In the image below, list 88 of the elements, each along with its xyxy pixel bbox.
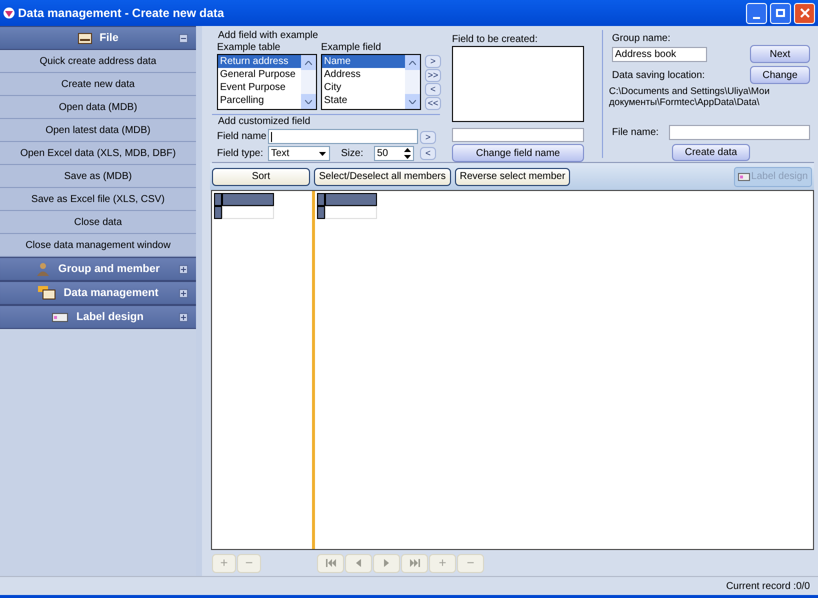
sidebar-item[interactable]: Open Excel data (XLS, MDB, DBF) [0,142,196,165]
scroll-up-button[interactable] [405,55,420,70]
scrollbar[interactable] [301,55,316,109]
sidebar-item[interactable]: Close data [0,211,196,234]
label-icon [52,312,68,322]
scroll-up-button[interactable] [301,55,316,70]
section-header[interactable]: Group and member [0,257,196,281]
list-item[interactable]: State [322,94,405,107]
chevron-down-icon [409,100,416,104]
list-item[interactable]: Address [322,68,405,81]
spin-icon [404,148,411,159]
field-label: Data saving location: [612,68,705,82]
move-button[interactable]: < [420,147,436,160]
section-header[interactable]: File [0,26,196,50]
change-button[interactable]: Change [750,66,810,84]
list-item[interactable]: Event Purpose [218,81,301,94]
field-name-input[interactable] [268,129,418,144]
first-icon [326,559,336,567]
expand-icon [179,265,188,274]
last-icon [410,559,420,567]
move-button[interactable]: < [425,83,441,96]
sidebar-item[interactable]: Save as Excel file (XLS, CSV) [0,188,196,211]
toolbar-button[interactable]: Sort [212,168,310,186]
restore-button[interactable] [770,2,791,24]
app-icon [3,7,15,19]
list-item[interactable]: Name [322,55,405,68]
move-button[interactable]: > [425,55,441,68]
window-title: Data management - Create new data [18,5,226,22]
close-button[interactable] [794,2,815,24]
group-name-input[interactable]: Address book [612,46,707,62]
create-data-button[interactable]: Create data [672,144,750,161]
field-label: Group name: [612,33,672,45]
sidebar-item[interactable]: Open data (MDB) [0,96,196,119]
form-icon [38,286,56,300]
change-field-name-button[interactable]: Change field name [452,144,584,162]
sidebar-item[interactable]: Create new data [0,73,196,96]
list-item[interactable]: General Purpose [218,68,301,81]
list-label: Example table [217,42,282,54]
field-label: Field type: [217,148,264,160]
scroll-down-button[interactable] [405,94,420,109]
list-box[interactable]: Return address General Purpose Event Purpose Parcelling [217,54,317,110]
field-label: Field name [217,130,265,142]
sidebar-item[interactable]: Save as (MDB) [0,165,196,188]
new-field-name-input[interactable] [452,128,584,142]
section-header[interactable]: Data management [0,281,196,305]
expand-icon [179,313,188,322]
next-button[interactable]: Next [750,45,810,63]
field-label: File name: [612,126,659,140]
list-item[interactable]: Parcelling [218,94,301,107]
status-text: Current record :0/0 [726,580,810,594]
label-icon [738,172,750,180]
group-grid[interactable] [212,191,315,549]
toolbar-button[interactable]: Select/Deselect all members [314,168,451,186]
sidebar-item[interactable]: Open latest data (MDB) [0,119,196,142]
list-box[interactable]: Name Address City State [321,54,421,110]
form-icon [78,32,92,44]
expand-icon [179,289,188,298]
toolbar-button[interactable]: Reverse select member [454,168,570,186]
section-title: Add field with example [218,30,320,42]
size-spinner[interactable]: 50 [374,146,414,161]
move-button[interactable]: >> [425,69,441,82]
chevron-down-icon [305,100,312,104]
section-header[interactable]: Label design [0,305,196,329]
list-item[interactable]: Return address [218,55,301,68]
move-button[interactable]: > [420,131,436,144]
minimize-button[interactable] [746,2,767,24]
section-title: Add customized field [218,116,312,128]
dropdown-icon [319,152,326,156]
save-path: C:\Documents and Settings\Uliya\Мои документы\Formtec\AppData\Data\ [609,86,771,108]
sidebar-item[interactable]: Quick create address data [0,50,196,73]
previous-icon [356,559,361,567]
scroll-down-button[interactable] [301,94,316,109]
chevron-up-icon [409,60,416,64]
scrollbar[interactable] [405,55,420,109]
close-icon [800,8,810,18]
person-icon [36,262,50,276]
sidebar-item[interactable]: Close data management window [0,234,196,257]
list-item[interactable]: City [322,81,405,94]
next-icon [384,559,389,567]
chevron-up-icon [305,60,312,64]
field-type-dropdown[interactable]: Text [268,146,330,161]
move-button[interactable]: << [425,97,441,110]
collapse-icon [179,34,188,43]
list-label: Example field [321,42,382,54]
created-fields-list[interactable] [452,46,584,122]
section-title: Field to be created: [452,34,539,46]
field-label: Size: [341,148,364,160]
file-name-input[interactable] [668,125,810,140]
